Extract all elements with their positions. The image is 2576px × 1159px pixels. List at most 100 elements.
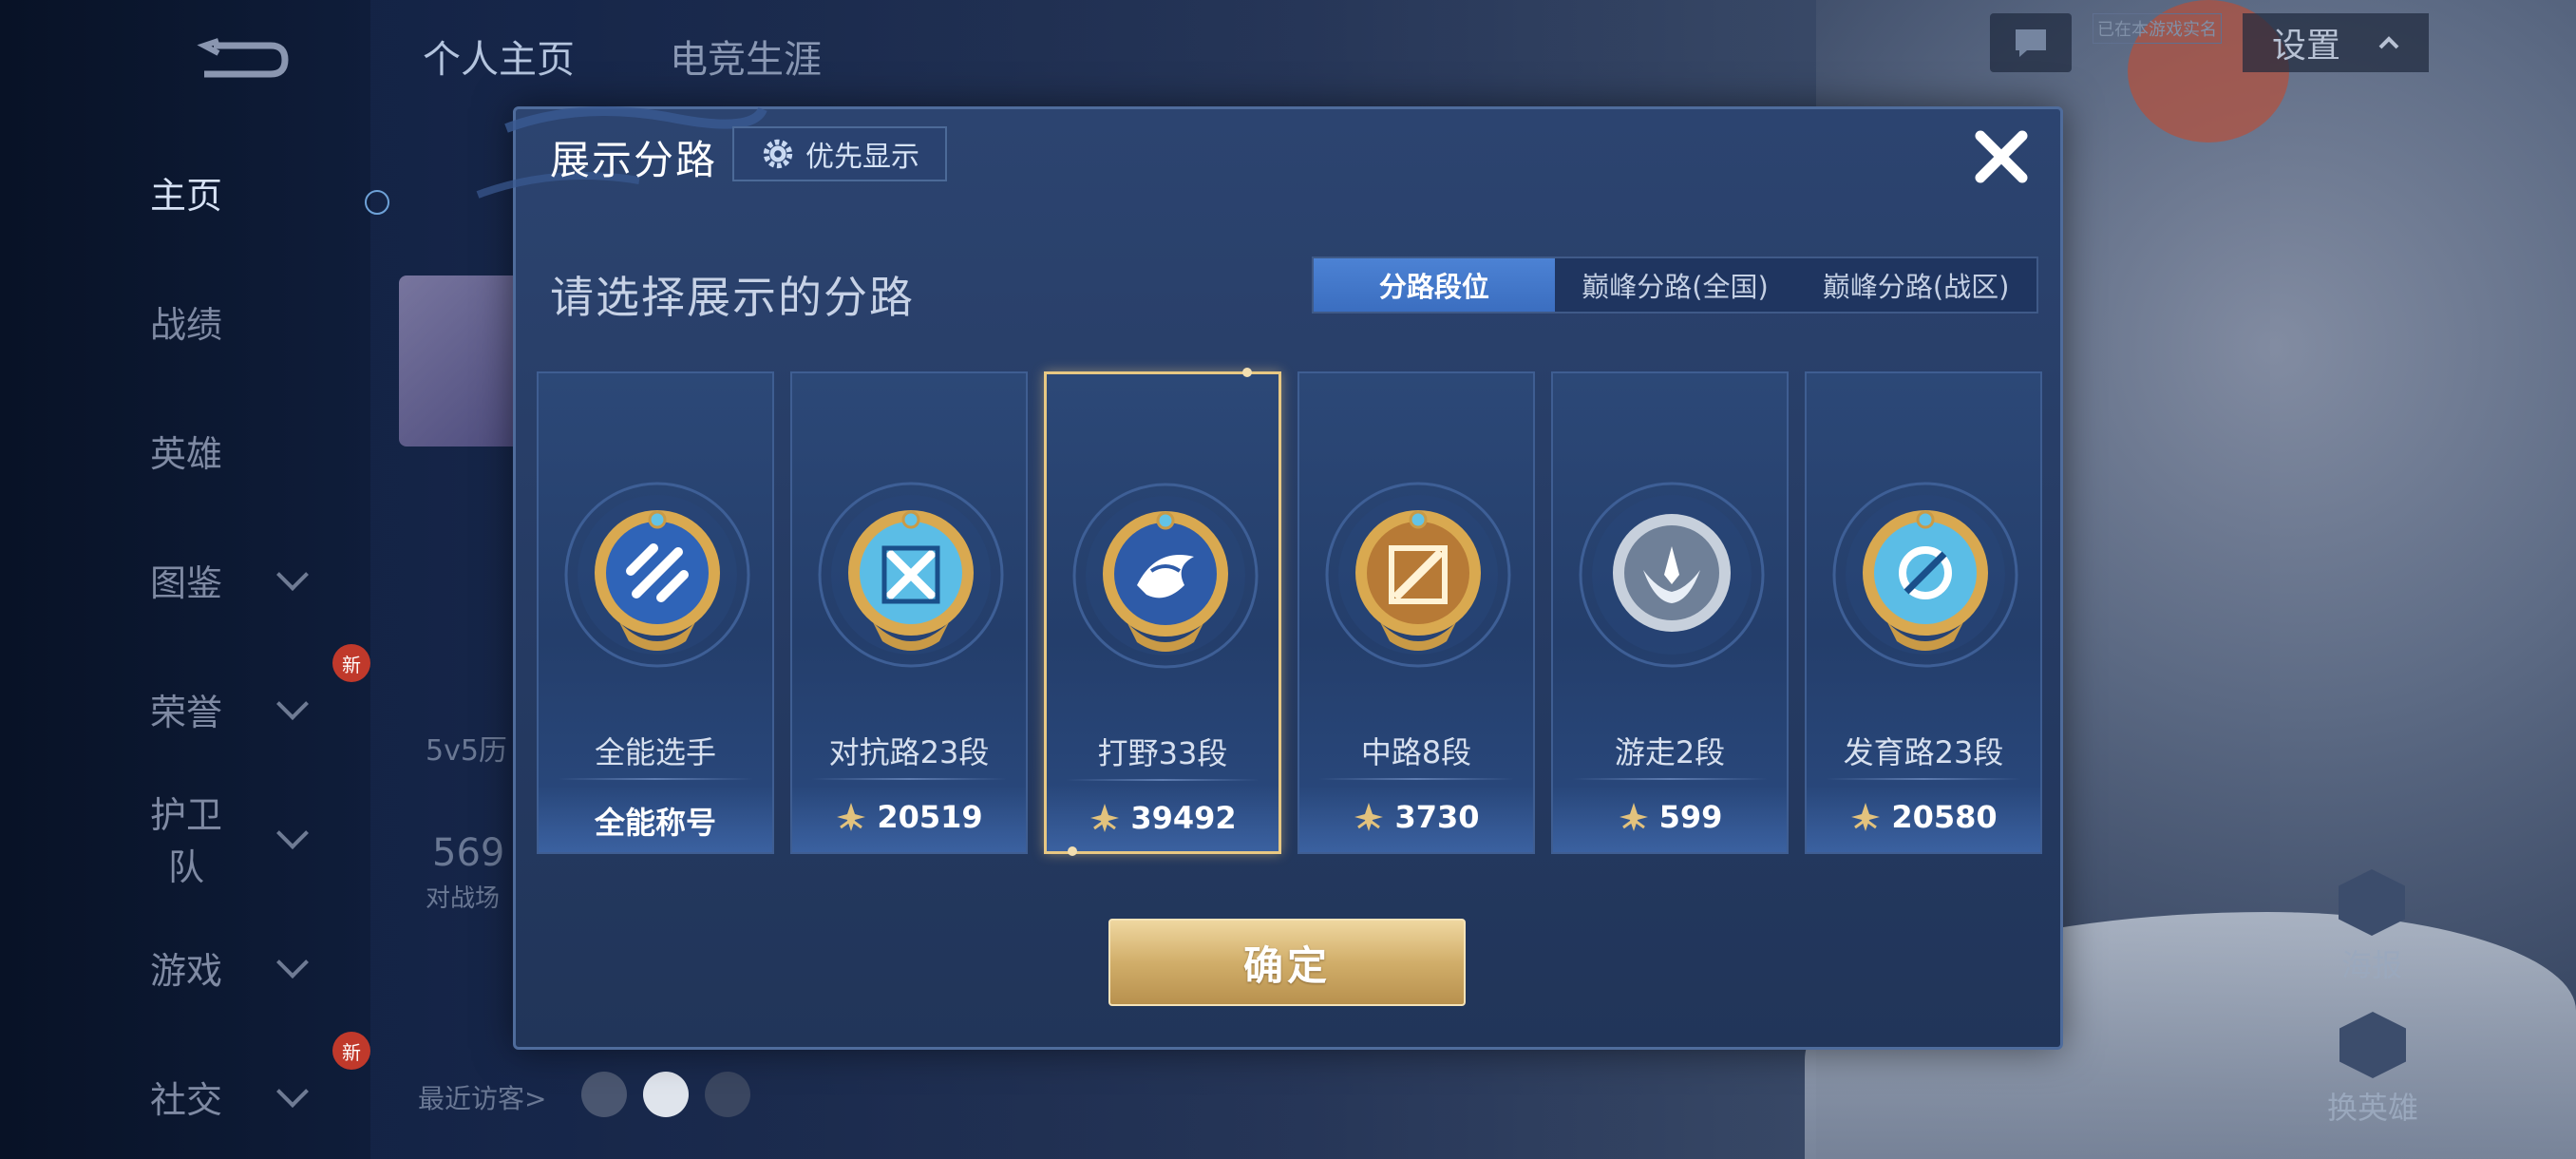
sidebar-item[interactable]: 英雄 bbox=[133, 422, 361, 479]
selected-corner-dot bbox=[1242, 368, 1252, 377]
sidebar-item-label: 社交 bbox=[149, 1078, 222, 1121]
sidebar-item-label: 英雄 bbox=[149, 432, 222, 475]
lane-card[interactable]: 发育路23段 20580 bbox=[1805, 371, 2042, 854]
lane-points-icon bbox=[1090, 804, 1120, 832]
sidebar-item-label: 荣誉 bbox=[149, 691, 222, 733]
chevron-down-icon bbox=[276, 559, 309, 591]
selected-corner-dot bbox=[1068, 846, 1077, 856]
dialog-title: 展示分路 bbox=[550, 137, 718, 183]
chevron-down-icon bbox=[276, 688, 309, 720]
jungle-emblem-icon bbox=[1072, 483, 1259, 669]
card-divider bbox=[1826, 778, 2021, 780]
profile-avatar bbox=[399, 276, 522, 446]
lane-card-list: 全能选手全能称号 对抗路23段 20519 打野33段 39492 中路8段 3730… bbox=[537, 368, 2047, 856]
sidebar-item[interactable]: 游戏 bbox=[133, 939, 361, 996]
lane-card[interactable]: 游走2段 599 bbox=[1551, 371, 1789, 854]
tab-esports-career[interactable]: 电竞生涯 bbox=[670, 28, 822, 84]
lane-card[interactable]: 对抗路23段 20519 bbox=[790, 371, 1028, 854]
visitor-avatar[interactable] bbox=[705, 1072, 750, 1117]
sidebar-item-label: 战绩 bbox=[149, 303, 222, 346]
sidebar-item-label: 游戏 bbox=[149, 949, 222, 992]
sidebar-item[interactable]: 社交 bbox=[133, 1068, 361, 1125]
lane-card[interactable]: 打野33段 39492 bbox=[1044, 368, 1281, 856]
priority-display-button[interactable]: 优先显示 bbox=[732, 126, 947, 181]
clash-lane-emblem-icon bbox=[818, 482, 1004, 668]
score-value: 569 bbox=[432, 831, 505, 875]
lane-display-dialog: 展示分路 优先显示 请选择展示的分路 分路段位 巅峰分路(全国) 巅峰分路(战区… bbox=[476, 106, 2063, 1050]
change-hero-label: 换英雄 bbox=[2327, 1090, 2419, 1126]
card-divider bbox=[1066, 779, 1260, 781]
visitor-avatar[interactable] bbox=[581, 1072, 627, 1117]
new-badge: 新 bbox=[332, 644, 370, 682]
chat-button[interactable] bbox=[1990, 13, 2072, 72]
change-hero-icon bbox=[2339, 1012, 2406, 1078]
card-divider bbox=[1572, 778, 1768, 780]
profile-tabs: 个人主页 电竞生涯 bbox=[423, 28, 822, 84]
lane-score-value: 599 bbox=[1658, 799, 1723, 835]
settings-label: 设置 bbox=[2271, 27, 2340, 66]
poster-button[interactable]: 海报 bbox=[2339, 869, 2405, 985]
confirm-button[interactable]: 确定 bbox=[1108, 919, 1466, 1006]
dialog-subtitle: 请选择展示的分路 bbox=[550, 272, 915, 323]
sidebar-item-label: 护卫队 bbox=[149, 794, 222, 888]
recent-visitors-link[interactable]: 最近访客> bbox=[418, 1078, 546, 1116]
chevron-down-icon bbox=[276, 946, 309, 978]
lane-rank-name: 发育路23段 bbox=[1843, 734, 2004, 770]
lane-score: 全能称号 bbox=[539, 799, 772, 843]
lane-rank-name: 对抗路23段 bbox=[828, 734, 990, 770]
lane-points-icon bbox=[1851, 803, 1881, 831]
top-right-controls: 已在本游戏实名 设置 bbox=[1990, 13, 2429, 72]
tab-lane-rank[interactable]: 分路段位 bbox=[1314, 258, 1555, 312]
sidebar-item[interactable]: 护卫队 bbox=[133, 794, 361, 888]
priority-display-label: 优先显示 bbox=[805, 141, 919, 174]
lane-points-icon bbox=[837, 803, 866, 831]
verified-note: 已在本游戏实名 bbox=[2093, 13, 2222, 44]
lane-score: 599 bbox=[1553, 799, 1787, 835]
lane-score-value: 全能称号 bbox=[594, 805, 716, 841]
change-hero-button[interactable]: 换英雄 bbox=[2327, 1012, 2418, 1128]
sidebar-item[interactable]: 战绩 bbox=[133, 293, 361, 350]
back-arrow-icon[interactable] bbox=[195, 36, 290, 84]
chevron-down-icon bbox=[276, 1075, 309, 1108]
card-divider bbox=[558, 778, 753, 780]
gear-icon bbox=[763, 139, 793, 169]
score-caption: 对战场 bbox=[426, 884, 501, 913]
visitor-avatar[interactable] bbox=[643, 1072, 689, 1117]
sidebar-item[interactable]: 主页 bbox=[133, 163, 361, 220]
lane-score-value: 3730 bbox=[1394, 799, 1480, 835]
history-label: 5v5历 bbox=[426, 734, 507, 768]
lane-score-value: 39492 bbox=[1130, 800, 1237, 836]
poster-label: 海报 bbox=[2340, 947, 2402, 983]
lane-rank-name: 全能选手 bbox=[594, 734, 716, 770]
sidebar-item-label: 图鉴 bbox=[149, 561, 222, 604]
mid-lane-emblem-icon bbox=[1325, 482, 1511, 668]
card-divider bbox=[1318, 778, 1514, 780]
chat-bubble-icon bbox=[2016, 29, 2046, 57]
lane-points-icon bbox=[1354, 803, 1384, 831]
lane-rank-name: 中路8段 bbox=[1360, 734, 1472, 770]
close-icon[interactable] bbox=[1967, 123, 2036, 191]
farm-lane-emblem-icon bbox=[1832, 482, 2018, 668]
lane-score-value: 20580 bbox=[1891, 799, 1998, 835]
active-indicator bbox=[365, 190, 389, 215]
lane-card[interactable]: 中路8段 3730 bbox=[1297, 371, 1535, 854]
roam-emblem-icon bbox=[1579, 482, 1765, 668]
lane-points-icon bbox=[1619, 803, 1648, 831]
lane-card[interactable]: 全能选手 全能称号 bbox=[537, 371, 774, 854]
tab-personal-home[interactable]: 个人主页 bbox=[423, 28, 575, 84]
sidebar-item[interactable]: 图鉴 bbox=[133, 551, 361, 608]
settings-button[interactable]: 设置 bbox=[2243, 13, 2429, 72]
chevron-up-icon bbox=[2378, 36, 2399, 49]
tab-peak-lane-national[interactable]: 巅峰分路(全国) bbox=[1555, 258, 1796, 312]
lane-score: 3730 bbox=[1299, 799, 1533, 835]
lane-rank-name: 游走2段 bbox=[1614, 734, 1726, 770]
chevron-down-icon bbox=[276, 817, 309, 849]
sidebar-item[interactable]: 荣誉 bbox=[133, 680, 361, 737]
lane-score: 20519 bbox=[792, 799, 1026, 835]
lane-score: 20580 bbox=[1807, 799, 2040, 835]
sidebar-item-label: 主页 bbox=[149, 174, 222, 217]
card-divider bbox=[811, 778, 1007, 780]
lane-score-value: 20519 bbox=[877, 799, 983, 835]
poster-icon bbox=[2339, 869, 2405, 936]
tab-peak-lane-region[interactable]: 巅峰分路(战区) bbox=[1795, 258, 2036, 312]
